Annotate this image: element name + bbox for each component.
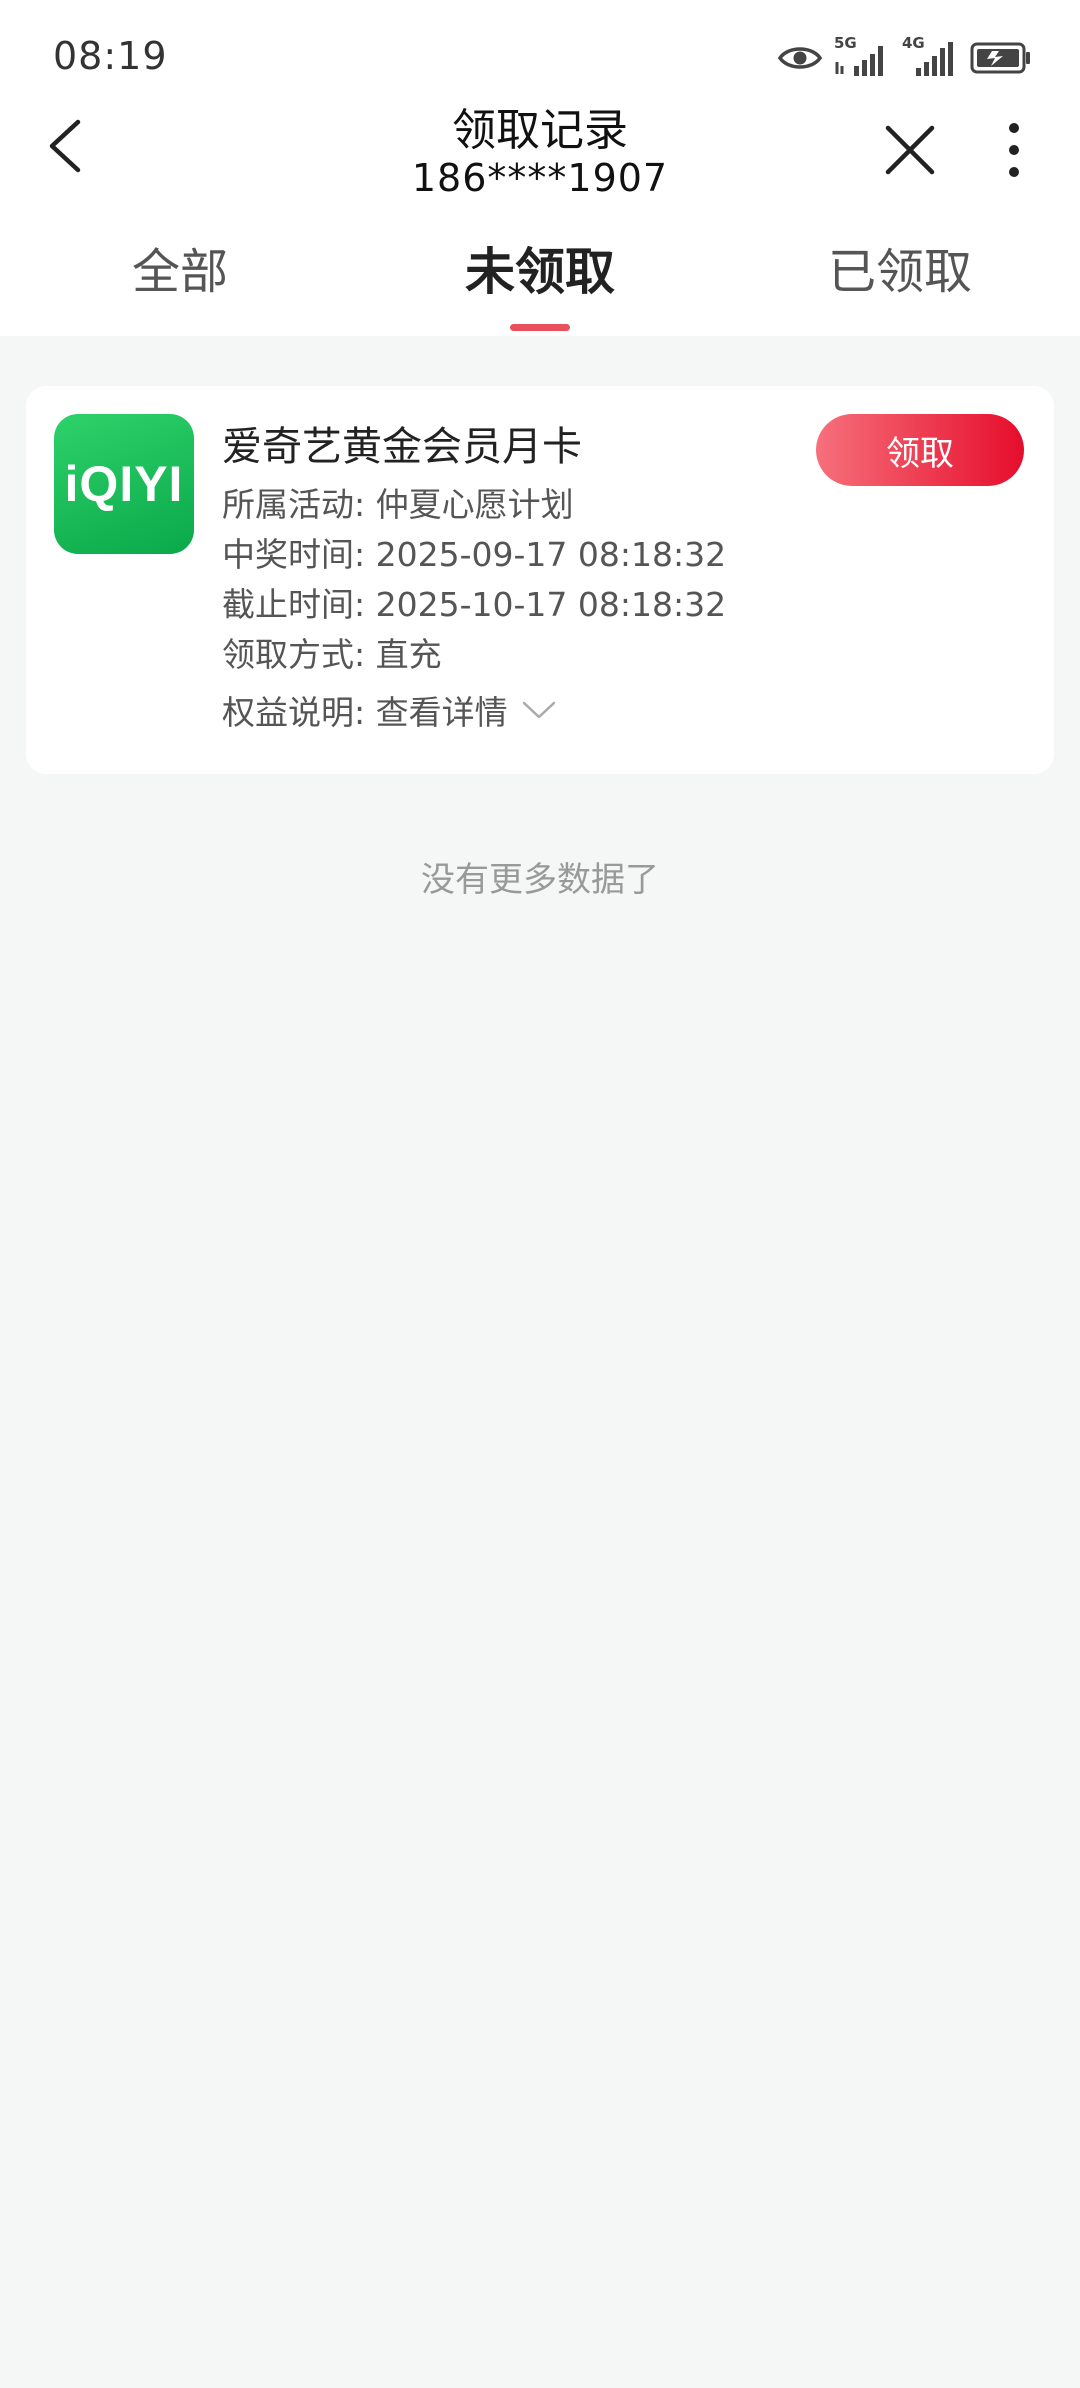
method-label: 领取方式: (222, 635, 366, 674)
win-time-value: 2025-09-17 08:18:32 (375, 535, 727, 574)
view-details-link[interactable]: 查看详情 (376, 686, 556, 734)
eye-icon (778, 43, 822, 73)
chevron-down-icon (522, 701, 555, 719)
activity-value: 仲夏心愿计划 (375, 485, 574, 524)
close-icon (885, 125, 935, 175)
win-time-row: 中奖时间: 2025-09-17 08:18:32 (222, 528, 726, 576)
activity-label: 所属活动: (222, 485, 366, 524)
tab-unclaimed[interactable]: 未领取 (390, 232, 690, 304)
view-details-text: 查看详情 (375, 693, 508, 732)
method-value: 直充 (375, 635, 442, 674)
claim-button[interactable]: 领取 (816, 414, 1024, 486)
top-area: 08:19 5G 4G 领取记录 186****1907 全部 未领取 已领取 (0, 0, 1080, 336)
status-icons: 5G 4G (778, 34, 1032, 80)
nav-bar: 领取记录 186****1907 (0, 90, 1080, 210)
deadline-value: 2025-10-17 08:18:32 (375, 585, 727, 624)
deadline-row: 截止时间: 2025-10-17 08:18:32 (222, 578, 726, 626)
end-of-list-text: 没有更多数据了 (421, 860, 659, 900)
tab-claimed[interactable]: 已领取 (750, 232, 1050, 302)
active-tab-indicator (510, 324, 570, 331)
win-time-label: 中奖时间: (222, 535, 366, 574)
signal-5g-icon: 5G (834, 34, 890, 78)
tab-all[interactable]: 全部 (30, 232, 330, 302)
activity-row: 所属活动: 仲夏心愿计划 (222, 478, 574, 526)
battery-charging-icon (970, 42, 1032, 74)
deadline-label: 截止时间: (222, 585, 366, 624)
more-button[interactable] (992, 118, 1036, 182)
benefit-row: 权益说明: 查看详情 (222, 686, 556, 734)
tab-bar: 全部 未领取 已领取 (0, 232, 1080, 332)
signal-4g-icon: 4G (902, 34, 958, 78)
method-row: 领取方式: 直充 (222, 628, 442, 676)
iqiyi-logo: iQIYI (54, 414, 194, 554)
benefit-label: 权益说明: (222, 693, 366, 732)
reward-title: 爱奇艺黄金会员月卡 (222, 424, 582, 470)
more-vertical-icon (1009, 123, 1019, 177)
close-button[interactable] (878, 118, 942, 182)
status-time: 08:19 (53, 34, 168, 78)
reward-card: iQIYI 爱奇艺黄金会员月卡 领取 所属活动: 仲夏心愿计划 中奖时间: 20… (26, 386, 1054, 774)
